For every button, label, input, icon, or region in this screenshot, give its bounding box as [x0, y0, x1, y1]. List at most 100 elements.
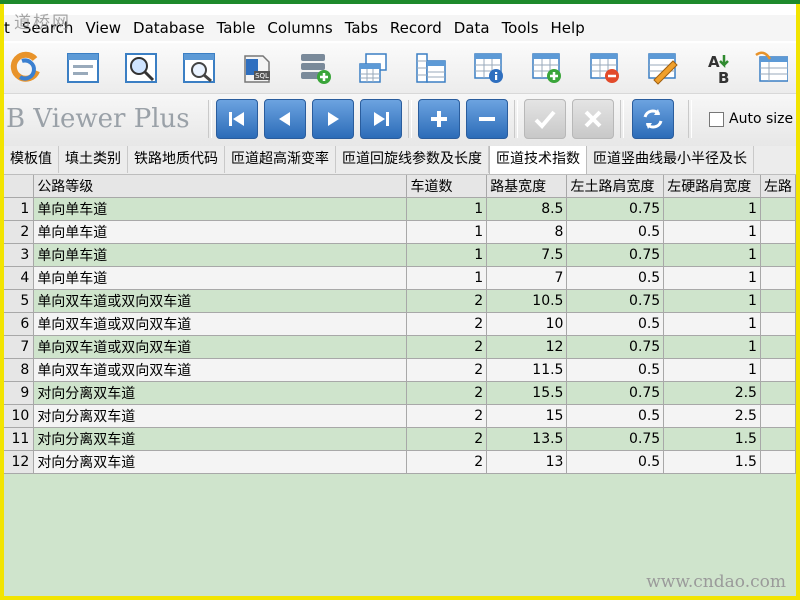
refresh-nav-button[interactable] [632, 99, 674, 139]
menu-tools[interactable]: Tools [498, 19, 547, 37]
table-cell[interactable]: 1 [406, 220, 488, 244]
last-record-button[interactable] [360, 99, 402, 139]
table-row[interactable]: 7 单向双车道或双向双车道 2 12 0.75 1 [4, 335, 796, 359]
table-cell[interactable]: 2 [406, 312, 488, 336]
table-cell[interactable]: 对向分离双车道 [33, 381, 408, 405]
form-view-button[interactable] [62, 47, 104, 89]
row-number[interactable]: 12 [4, 450, 35, 474]
add-database-button[interactable] [294, 47, 336, 89]
table-cell[interactable]: 对向分离双车道 [33, 427, 408, 451]
search-button[interactable] [120, 47, 162, 89]
tab-ramp-vertical-curve[interactable]: 匝道竖曲线最小半径及长 [587, 146, 754, 173]
table-cell[interactable]: 单向双车道或双向双车道 [33, 335, 408, 359]
table-cell[interactable]: 11.5 [486, 358, 568, 382]
table-cell[interactable]: 1.5 [663, 450, 761, 474]
table-cell[interactable]: 单向双车道或双向双车道 [33, 358, 408, 382]
table-cell[interactable]: 0.5 [566, 404, 665, 428]
table-cell[interactable]: 13 [486, 450, 568, 474]
row-number[interactable]: 1 [4, 197, 35, 221]
menu-columns[interactable]: Columns [263, 19, 340, 37]
add-record-nav-button[interactable] [418, 99, 460, 139]
table-cell[interactable]: 0.5 [566, 266, 665, 290]
table-cell[interactable]: 对向分离双车道 [33, 404, 408, 428]
column-header[interactable]: 左土路肩宽度 [566, 175, 665, 198]
table-cell[interactable]: 1 [406, 243, 488, 267]
table-info-button[interactable] [468, 47, 510, 89]
table-cell[interactable]: 1 [663, 312, 761, 336]
tab-ramp-spiral-params[interactable]: 匝道回旋线参数及长度 [336, 146, 489, 173]
table-row[interactable]: 2 单向单车道 1 8 0.5 1 [4, 220, 796, 244]
add-record-button[interactable] [526, 47, 568, 89]
table-cell[interactable]: 0.75 [566, 243, 665, 267]
table-cell[interactable]: 10 [486, 312, 568, 336]
table-cell[interactable]: 单向单车道 [33, 243, 408, 267]
table-cell[interactable]: 0.75 [566, 381, 665, 405]
table-cell[interactable] [760, 450, 796, 474]
first-record-button[interactable] [216, 99, 258, 139]
table-cell[interactable] [760, 220, 796, 244]
table-cell[interactable]: 0.5 [566, 220, 665, 244]
row-number[interactable]: 11 [4, 427, 35, 451]
table-cell[interactable]: 1 [663, 197, 761, 221]
auto-size-checkbox[interactable] [709, 111, 724, 127]
table-cell[interactable]: 15 [486, 404, 568, 428]
table-cell[interactable] [760, 427, 796, 451]
tab-template-values[interactable]: 模板值 [4, 146, 59, 173]
column-header[interactable]: 公路等级 [33, 175, 408, 198]
table-cell[interactable]: 1 [406, 197, 488, 221]
table-cell[interactable] [760, 381, 796, 405]
column-header[interactable]: 路基宽度 [486, 175, 568, 198]
tab-ramp-superelevation[interactable]: 匝道超高渐变率 [225, 146, 336, 173]
table-row[interactable]: 10 对向分离双车道 2 15 0.5 2.5 [4, 404, 796, 428]
previous-record-button[interactable] [264, 99, 306, 139]
table-row[interactable]: 11 对向分离双车道 2 13.5 0.75 1.5 [4, 427, 796, 451]
table-cell[interactable]: 1 [663, 289, 761, 313]
menu-data[interactable]: Data [450, 19, 498, 37]
post-edit-button[interactable] [524, 99, 566, 139]
table-cell[interactable]: 2.5 [663, 404, 761, 428]
row-number[interactable]: 8 [4, 358, 35, 382]
row-number[interactable]: 4 [4, 266, 35, 290]
table-cell[interactable]: 1.5 [663, 427, 761, 451]
tab-ramp-technical-index[interactable]: 匝道技术指数 [489, 146, 587, 174]
table-cell[interactable]: 13.5 [486, 427, 568, 451]
table-cell[interactable]: 7.5 [486, 243, 568, 267]
row-number[interactable]: 6 [4, 312, 35, 336]
delete-record-nav-button[interactable] [466, 99, 508, 139]
table-cell[interactable]: 单向双车道或双向双车道 [33, 289, 408, 313]
table-columns-button[interactable] [410, 47, 452, 89]
edit-button[interactable] [642, 47, 684, 89]
table-row[interactable]: 12 对向分离双车道 2 13 0.5 1.5 [4, 450, 796, 474]
find-button[interactable] [178, 47, 220, 89]
table-cell[interactable]: 单向单车道 [33, 197, 408, 221]
table-cell[interactable] [760, 289, 796, 313]
table-row[interactable]: 6 单向双车道或双向双车道 2 10 0.5 1 [4, 312, 796, 336]
table-cell[interactable]: 2 [406, 450, 488, 474]
table-cell[interactable] [760, 335, 796, 359]
table-cell[interactable]: 0.75 [566, 197, 665, 221]
cancel-edit-button[interactable] [572, 99, 614, 139]
table-cell[interactable]: 0.75 [566, 335, 665, 359]
next-record-button[interactable] [312, 99, 354, 139]
tab-fill-type[interactable]: 填土类别 [59, 146, 128, 173]
row-number[interactable]: 9 [4, 381, 35, 405]
sql-button[interactable]: SQL [236, 47, 278, 89]
table-cell[interactable]: 1 [663, 243, 761, 267]
table-cell[interactable]: 1 [406, 266, 488, 290]
table-cell[interactable]: 2 [406, 335, 488, 359]
table-cell[interactable]: 2 [406, 358, 488, 382]
table-row[interactable]: 5 单向双车道或双向双车道 2 10.5 0.75 1 [4, 289, 796, 313]
table-row[interactable]: 8 单向双车道或双向双车道 2 11.5 0.5 1 [4, 358, 796, 382]
table-cell[interactable]: 单向单车道 [33, 266, 408, 290]
tables-button[interactable] [352, 47, 394, 89]
table-cell[interactable]: 1 [663, 335, 761, 359]
table-cell[interactable]: 2.5 [663, 381, 761, 405]
tab-railway-geology-code[interactable]: 铁路地质代码 [128, 146, 225, 173]
table-cell[interactable]: 12 [486, 335, 568, 359]
table-cell[interactable]: 0.5 [566, 312, 665, 336]
table-cell[interactable]: 对向分离双车道 [33, 450, 408, 474]
menu-table[interactable]: Table [213, 19, 264, 37]
export-button[interactable] [750, 47, 792, 89]
menu-tabs[interactable]: Tabs [341, 19, 386, 37]
table-cell[interactable]: 0.5 [566, 358, 665, 382]
